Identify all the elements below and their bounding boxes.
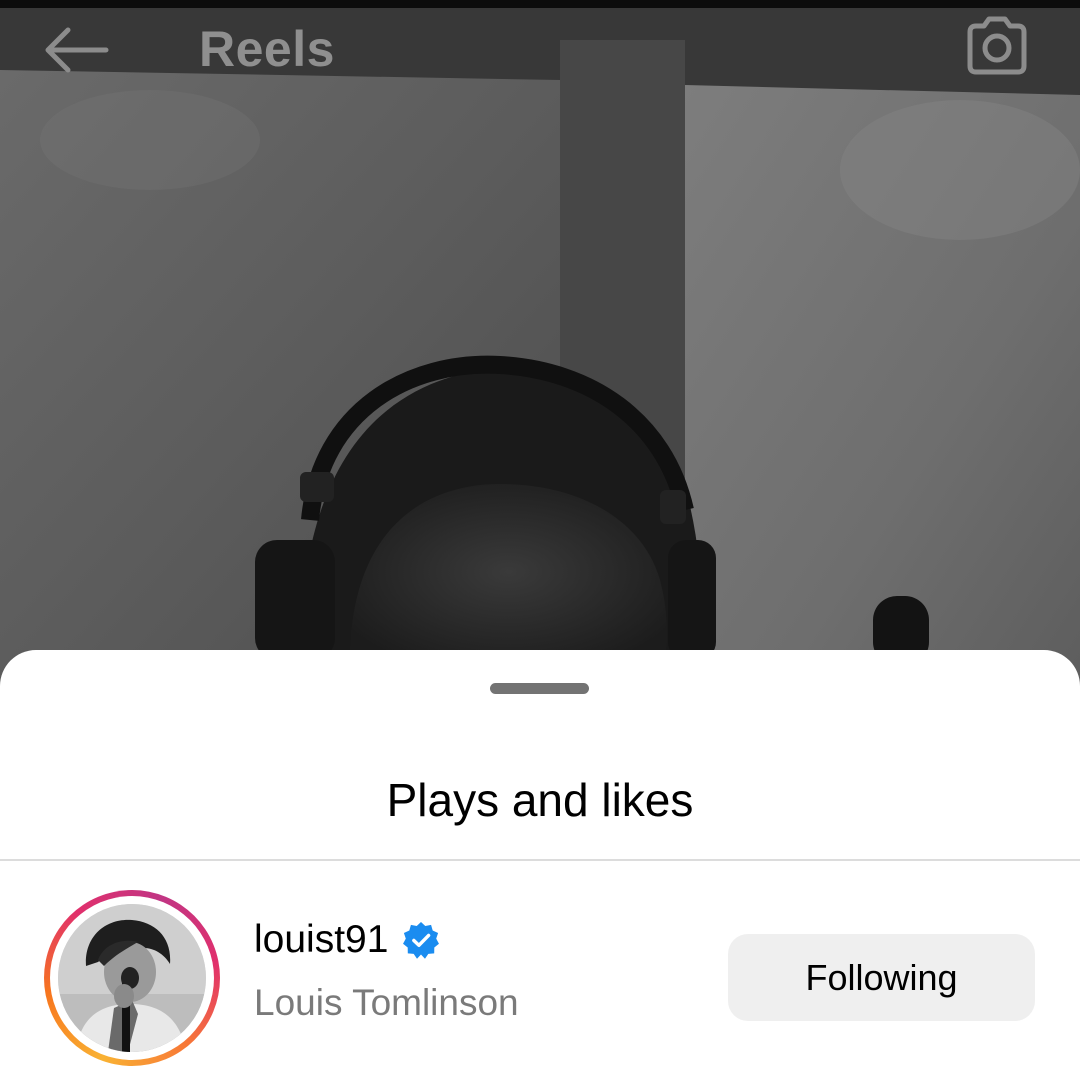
full-name: Louis Tomlinson [254,982,519,1023]
following-button[interactable]: Following [728,934,1035,1021]
sheet-divider [0,859,1080,861]
username-row[interactable]: louist91 [254,914,440,966]
sheet-drag-handle[interactable] [490,683,589,694]
verified-badge-icon [403,921,440,959]
back-button[interactable] [40,24,112,76]
username[interactable]: louist91 [254,918,388,962]
camera-button[interactable] [962,12,1032,76]
plays-and-likes-sheet: Plays and likes louist91 Louis Tomlinson… [0,650,1080,1086]
sheet-title: Plays and likes [386,774,694,826]
camera-icon [967,16,1027,75]
status-bar-strip [0,0,1080,8]
page-title: Reels [199,21,335,77]
reels-header: Reels [0,8,1080,88]
avatar-photo [58,904,206,1052]
avatar [58,904,206,1052]
avatar-story-ring[interactable] [44,890,220,1066]
avatar-ring-gap [50,896,214,1060]
arrow-left-icon [45,27,109,73]
user-list-item[interactable]: louist91 Louis Tomlinson Following [0,882,1080,1072]
